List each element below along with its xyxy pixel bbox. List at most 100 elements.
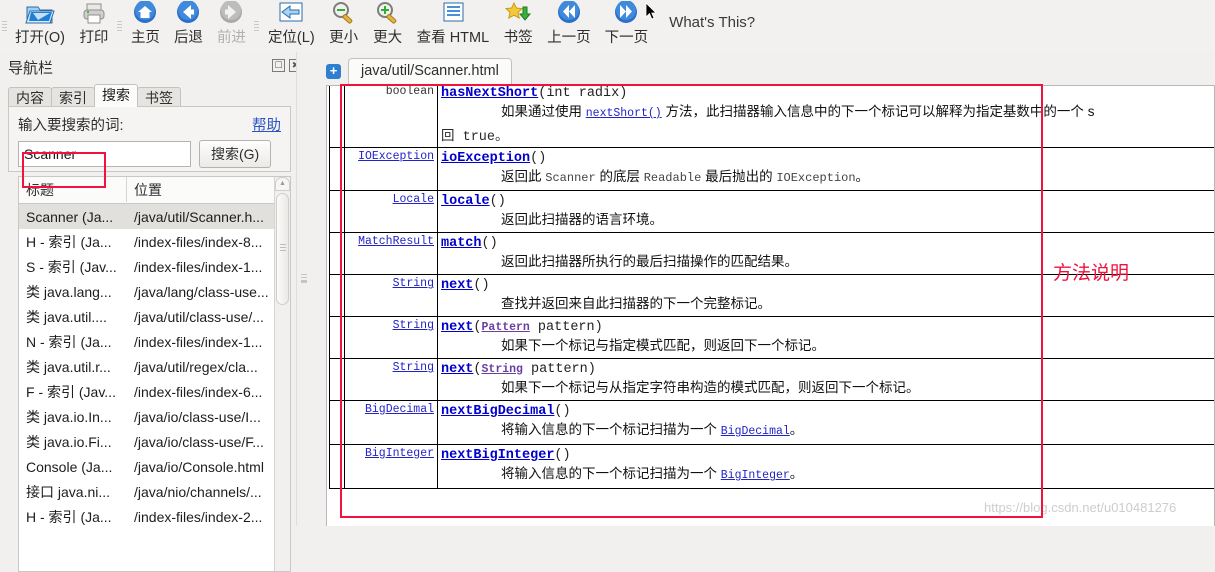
return-type-link[interactable]: BigInteger — [365, 447, 434, 460]
search-button[interactable]: 搜索(G) — [199, 140, 271, 168]
toolbar-label-back: 后退 — [174, 28, 203, 48]
result-location: /java/util/Scanner.h... — [127, 209, 290, 225]
method-row: IOExceptionioException()返回此 Scanner 的底层 … — [330, 148, 1215, 191]
search-result-row[interactable]: S - 索引 (Jav.../index-files/index-1... — [19, 254, 290, 279]
results-scrollbar[interactable]: ▲ — [274, 177, 290, 571]
toolbar-label-view-html: 查看 HTML — [417, 28, 490, 48]
help-link[interactable]: 帮助 — [252, 114, 281, 135]
return-type-link[interactable]: String — [393, 361, 434, 374]
nav-tabs: 内容 索引 搜索 书签 — [8, 83, 180, 107]
row-gutter — [330, 275, 345, 317]
search-result-row[interactable]: 类 java.io.In.../java/io/class-use/I... — [19, 404, 290, 429]
method-description: 将输入信息的下一个标记扫描为一个 BigInteger。 — [501, 464, 1215, 486]
method-name-link[interactable]: ioException — [441, 151, 530, 166]
method-name-link[interactable]: hasNextShort — [441, 86, 538, 101]
method-name-link[interactable]: next — [441, 362, 473, 377]
document-viewport[interactable]: booleanhasNextShort(int radix)如果通过使用 nex… — [326, 85, 1215, 526]
method-name-link[interactable]: next — [441, 320, 473, 335]
search-result-row[interactable]: H - 索引 (Ja.../index-files/index-2... — [19, 504, 290, 529]
toolbar-button-home[interactable]: 主页 — [124, 0, 167, 52]
search-results-table[interactable]: 标题 位置 Scanner (Ja.../java/util/Scanner.h… — [18, 176, 291, 572]
method-return-type[interactable]: BigInteger — [345, 445, 438, 489]
toolbar-button-print[interactable]: 打印 — [72, 0, 116, 52]
method-name-link[interactable]: nextBigInteger — [441, 448, 554, 463]
search-result-row[interactable]: 类 java.lang.../java/lang/class-use... — [19, 279, 290, 304]
toolbar-label-next-page: 下一页 — [605, 28, 649, 48]
tab-index[interactable]: 索引 — [51, 87, 95, 107]
method-return-type[interactable]: String — [345, 317, 438, 359]
toolbar-button-back[interactable]: 后退 — [167, 0, 210, 52]
search-result-row[interactable]: 类 java.io.Fi.../java/io/class-use/F... — [19, 429, 290, 454]
locate-icon — [276, 0, 306, 28]
toolbar-button-zoom-in[interactable]: 更大 — [366, 0, 410, 52]
toolbar-button-locate[interactable]: 定位(L) — [261, 0, 322, 52]
results-column-location: 位置 — [127, 177, 290, 202]
method-row: Locale locale()返回此扫描器的语言环境。 — [330, 191, 1215, 233]
document-tab[interactable]: java/util/Scanner.html — [348, 58, 512, 86]
method-return-type[interactable]: BigDecimal — [345, 401, 438, 445]
tab-contents[interactable]: 内容 — [8, 87, 52, 107]
result-title: F - 索引 (Jav... — [19, 382, 127, 402]
method-return-type[interactable]: String — [345, 359, 438, 401]
method-name-link[interactable]: nextBigDecimal — [441, 404, 554, 419]
method-name-link[interactable]: locale — [441, 194, 490, 209]
method-name-link[interactable]: next — [441, 278, 473, 293]
method-summary-table: booleanhasNextShort(int radix)如果通过使用 nex… — [329, 85, 1215, 489]
method-description-cell: hasNextShort(int radix)如果通过使用 nextShort(… — [438, 85, 1215, 148]
row-gutter — [330, 445, 345, 489]
return-type-link[interactable]: MatchResult — [358, 235, 434, 248]
return-type-link[interactable]: BigDecimal — [365, 403, 434, 416]
toolbar-button-prev-page[interactable]: 上一页 — [540, 0, 598, 52]
tab-bookmarks[interactable]: 书签 — [137, 87, 181, 107]
method-signature: nextBigInteger() — [441, 447, 1215, 464]
search-box: 输入要搜索的词: 帮助 ▼ 搜索(G) — [8, 106, 291, 172]
return-type-link[interactable]: Locale — [393, 193, 434, 206]
method-return-type[interactable]: MatchResult — [345, 233, 438, 275]
method-signature: locale() — [441, 193, 1215, 210]
row-gutter — [330, 148, 345, 191]
toolbar-button-view-html[interactable]: 查看 HTML — [410, 0, 497, 52]
result-location: /java/lang/class-use... — [127, 284, 290, 300]
search-result-row[interactable]: N - 索引 (Ja.../index-files/index-1... — [19, 329, 290, 354]
search-row: ▼ 搜索(G) — [18, 140, 271, 168]
toolbar-button-bookmark[interactable]: 书签 — [496, 0, 540, 52]
toolbar-button-zoom-out[interactable]: 更小 — [322, 0, 366, 52]
method-row: Stringnext(String pattern)如果下一个标记与从指定字符串… — [330, 359, 1215, 401]
method-description: 返回此扫描器的语言环境。 — [501, 210, 1215, 230]
toolbar-button-open[interactable]: 打开(O) — [8, 0, 72, 52]
method-return-type: boolean — [345, 85, 438, 148]
search-result-row[interactable]: 类 java.util.r.../java/util/regex/cla... — [19, 354, 290, 379]
method-description-cell: nextBigInteger()将输入信息的下一个标记扫描为一个 BigInte… — [438, 445, 1215, 489]
return-type-link[interactable]: String — [393, 277, 434, 290]
search-result-row[interactable]: Scanner (Ja.../java/util/Scanner.h... — [19, 204, 290, 229]
search-input[interactable] — [19, 141, 207, 167]
search-combobox[interactable]: ▼ — [18, 141, 191, 167]
return-type-link[interactable]: IOException — [358, 150, 434, 163]
toolbar-grip-3[interactable] — [253, 0, 261, 52]
float-icon[interactable]: ☐ — [272, 59, 285, 72]
return-type-link[interactable]: String — [393, 319, 434, 332]
search-result-row[interactable]: 类 java.util..../java/util/class-use/... — [19, 304, 290, 329]
home-icon — [131, 0, 159, 28]
toolbar-button-forward[interactable]: 前进 — [210, 0, 253, 52]
method-return-type[interactable]: Locale — [345, 191, 438, 233]
result-location: /java/io/class-use/I... — [127, 409, 290, 425]
search-result-row[interactable]: F - 索引 (Jav.../index-files/index-6... — [19, 379, 290, 404]
method-return-type[interactable]: String — [345, 275, 438, 317]
scrollbar-thumb[interactable] — [276, 193, 289, 305]
add-tab-icon[interactable]: + — [326, 64, 341, 79]
panel-splitter[interactable] — [296, 52, 311, 526]
method-signature: nextBigDecimal() — [441, 403, 1215, 420]
method-row: BigInteger nextBigInteger()将输入信息的下一个标记扫描为… — [330, 445, 1215, 489]
scroll-up-arrow-icon[interactable]: ▲ — [275, 177, 290, 191]
toolbar-grip[interactable] — [0, 0, 8, 52]
method-return-type[interactable]: IOException — [345, 148, 438, 191]
whats-this-button[interactable]: What's This? — [655, 0, 755, 31]
toolbar-label-bookmark: 书签 — [504, 28, 533, 48]
search-result-row[interactable]: Console (Ja.../java/io/Console.html — [19, 454, 290, 479]
tab-search[interactable]: 搜索 — [94, 84, 138, 107]
search-result-row[interactable]: H - 索引 (Ja.../index-files/index-8... — [19, 229, 290, 254]
method-name-link[interactable]: match — [441, 236, 482, 251]
toolbar-grip-2[interactable] — [116, 0, 124, 52]
search-result-row[interactable]: 接口 java.ni.../java/nio/channels/... — [19, 479, 290, 504]
